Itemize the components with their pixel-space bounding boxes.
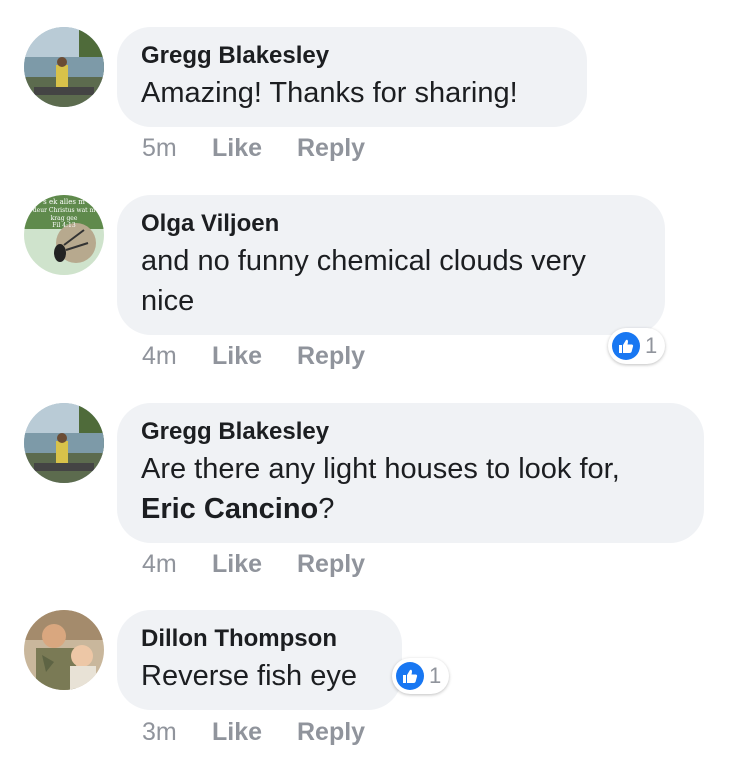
like-button[interactable]: Like xyxy=(212,549,297,579)
avatar-caption-line: deur Christus wat m xyxy=(33,207,96,214)
like-button[interactable]: Like xyxy=(212,133,297,163)
avatar-caption-line: krag gee xyxy=(51,215,78,222)
avatar[interactable] xyxy=(24,610,104,690)
reaction-count: 1 xyxy=(645,333,658,358)
reply-button[interactable]: Reply xyxy=(297,717,365,747)
avatar[interactable] xyxy=(24,27,104,107)
thumbs-up-icon xyxy=(612,332,640,360)
mention-link[interactable]: Eric Cancino xyxy=(141,493,318,525)
comment-bubble: Olga Viljoen and no funny chemical cloud… xyxy=(117,195,665,335)
avatar[interactable]: s ek alles m deur Christus wat m krag ge… xyxy=(24,195,104,275)
reaction-count: 1 xyxy=(429,663,442,688)
comment-text-body: Are there any light houses to look for, xyxy=(141,453,620,485)
comment-text: Reverse fish eye xyxy=(141,660,357,692)
comment-text: and no funny chemical clouds very nice xyxy=(141,245,586,317)
like-button[interactable]: Like xyxy=(212,341,297,371)
reaction-summary[interactable]: 1 xyxy=(608,328,666,364)
comment-timestamp[interactable]: 4m xyxy=(142,549,212,579)
reply-button[interactable]: Reply xyxy=(297,341,365,371)
comment-text: Are there any light houses to look for, … xyxy=(141,449,680,529)
reaction-summary[interactable]: 1 xyxy=(392,658,450,694)
comment-author[interactable]: Dillon Thompson xyxy=(141,624,378,654)
reply-button[interactable]: Reply xyxy=(297,133,365,163)
reply-button[interactable]: Reply xyxy=(297,549,365,579)
comment-text-tail: ? xyxy=(318,493,335,525)
comment-timestamp[interactable]: 3m xyxy=(142,717,212,747)
comment-bubble: Gregg Blakesley Are there any light hous… xyxy=(117,403,704,543)
comment-timestamp[interactable]: 5m xyxy=(142,133,212,163)
like-button[interactable]: Like xyxy=(212,717,297,747)
comment-actions: 3m Like Reply xyxy=(142,717,365,747)
avatar-caption-line: s ek alles m xyxy=(43,198,85,206)
avatar-caption-line: Fil 4:13 xyxy=(52,222,76,229)
comment-actions: 5m Like Reply xyxy=(142,133,365,163)
thumbs-up-icon xyxy=(396,662,424,690)
comment-actions: 4m Like Reply xyxy=(142,549,365,579)
comment-author[interactable]: Gregg Blakesley xyxy=(141,41,563,71)
comment-bubble: Dillon Thompson Reverse fish eye xyxy=(117,610,402,710)
avatar[interactable] xyxy=(24,403,104,483)
comment-author[interactable]: Gregg Blakesley xyxy=(141,417,680,447)
comment-timestamp[interactable]: 4m xyxy=(142,341,212,371)
comment-text: Amazing! Thanks for sharing! xyxy=(141,77,518,109)
comment-bubble: Gregg Blakesley Amazing! Thanks for shar… xyxy=(117,27,587,127)
comment-actions: 4m Like Reply xyxy=(142,341,365,371)
comment-author[interactable]: Olga Viljoen xyxy=(141,209,641,239)
